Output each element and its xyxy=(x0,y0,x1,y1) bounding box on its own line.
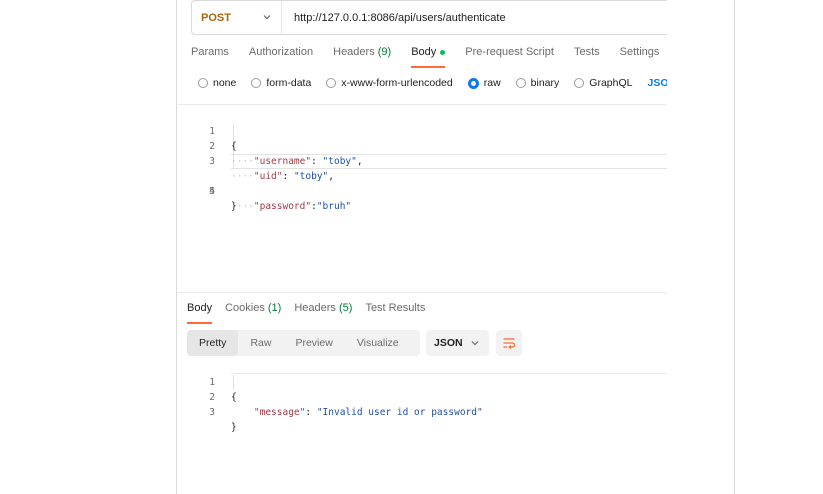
json-value: "bruh" xyxy=(316,201,352,212)
tab-label: Pre-request Script xyxy=(465,46,554,58)
chevron-down-icon xyxy=(471,341,479,346)
view-preview-button[interactable]: Preview xyxy=(283,330,344,356)
radio-label: binary xyxy=(530,77,560,89)
line-number: 3 xyxy=(209,407,215,418)
code-line: 5 } xyxy=(177,169,667,212)
tab-label: Headers xyxy=(333,46,375,58)
view-mode-group: Pretty Raw Preview Visualize xyxy=(187,330,420,356)
radio-binary[interactable]: binary xyxy=(515,77,560,89)
status-dot xyxy=(440,49,446,55)
format-select[interactable]: JSON xyxy=(426,330,489,356)
tab-label: Body xyxy=(187,302,213,314)
wrap-lines-icon xyxy=(503,338,516,349)
divider xyxy=(177,104,667,105)
tab-response-body[interactable]: Body xyxy=(187,302,213,324)
json-key: "message" xyxy=(253,407,306,418)
radio-none[interactable]: none xyxy=(198,77,236,89)
wrap-lines-button[interactable] xyxy=(496,330,522,356)
body-type-radio-group: none form-data x-www-form-urlencoded raw… xyxy=(198,77,667,89)
tab-settings[interactable]: Settings xyxy=(620,46,660,68)
code-text: } xyxy=(231,201,237,212)
response-body-viewer[interactable]: 1 { 2 "message": "Invalid user id or pas… xyxy=(177,360,667,433)
tab-authorization[interactable]: Authorization xyxy=(249,46,313,68)
view-raw-button[interactable]: Raw xyxy=(238,330,283,356)
request-body-editor[interactable]: 1 { 2 ····"username": "toby", 3 ····"uid… xyxy=(177,109,667,212)
pane-divider[interactable] xyxy=(177,292,667,293)
code-line: 1 { xyxy=(177,109,667,152)
tab-body[interactable]: Body xyxy=(411,46,446,68)
code-line: 2 ····"username": "toby", xyxy=(177,124,667,167)
json-value: "Invalid user id or password" xyxy=(316,407,483,418)
code-line: 1 { xyxy=(177,360,667,403)
window-border-right xyxy=(734,0,735,494)
radio-label: none xyxy=(213,77,237,89)
method-label: POST xyxy=(201,11,231,24)
radio-form-data[interactable]: form-data xyxy=(251,77,311,89)
method-select[interactable]: POST xyxy=(192,1,282,34)
tab-label: Cookies xyxy=(225,302,265,314)
tab-response-headers[interactable]: Headers (5) xyxy=(294,302,352,324)
chevron-down-icon xyxy=(263,15,271,20)
radio-circle xyxy=(574,78,585,88)
code-text: ····"password":"bruh" xyxy=(231,199,351,214)
response-tabs: Body Cookies (1) Headers (5) Test Result… xyxy=(187,302,438,324)
tab-label: Params xyxy=(191,46,229,58)
radio-label: x-www-form-urlencoded xyxy=(341,77,453,89)
json-key: "password" xyxy=(253,201,312,212)
code-line: 3 ····"uid": "toby", xyxy=(177,139,667,182)
code-line: 3 } xyxy=(177,390,667,433)
format-label: JSON xyxy=(434,337,463,349)
view-pretty-button[interactable]: Pretty xyxy=(187,330,239,356)
tab-label: Authorization xyxy=(248,46,314,58)
tab-pre-request-script[interactable]: Pre-request Script xyxy=(465,46,554,68)
tab-tests[interactable]: Tests xyxy=(574,46,600,68)
request-panel: POST http://127.0.0.1:8086/api/users/aut… xyxy=(177,0,667,494)
radio-raw[interactable]: raw xyxy=(467,77,501,89)
code-line: 2 "message": "Invalid user id or passwor… xyxy=(177,375,667,418)
url-input[interactable]: http://127.0.0.1:8086/api/users/authenti… xyxy=(282,12,506,24)
radio-circle-selected xyxy=(467,77,479,89)
tab-label: Settings xyxy=(619,46,660,58)
cookies-count: (1) xyxy=(267,302,282,314)
tab-params[interactable]: Params xyxy=(191,46,229,68)
line-number: 5 xyxy=(209,186,215,197)
radio-circle xyxy=(251,78,262,88)
tab-test-results[interactable]: Test Results xyxy=(365,302,425,324)
url-bar: POST http://127.0.0.1:8086/api/users/aut… xyxy=(191,0,667,35)
tab-label: Body xyxy=(411,46,437,58)
radio-x-www-form-urlencoded[interactable]: x-www-form-urlencoded xyxy=(326,77,453,89)
format-link[interactable]: JSON xyxy=(647,77,667,89)
code-line-active: 4 ····"password":"bruh" xyxy=(177,154,667,212)
radio-circle xyxy=(198,78,208,88)
headers-count: (9) xyxy=(377,46,392,58)
tab-headers[interactable]: Headers (9) xyxy=(333,46,391,68)
radio-graphql[interactable]: GraphQL xyxy=(574,77,632,89)
radio-label: raw xyxy=(483,77,501,89)
code-text: } xyxy=(231,422,237,433)
tab-label: Tests xyxy=(573,46,600,58)
code-text: "message": "Invalid user id or password" xyxy=(231,405,483,420)
json-separator: : xyxy=(305,407,317,418)
radio-circle xyxy=(326,78,337,88)
tab-cookies[interactable]: Cookies (1) xyxy=(225,302,281,324)
radio-label: GraphQL xyxy=(589,77,633,89)
view-visualize-button[interactable]: Visualize xyxy=(345,330,411,356)
radio-circle xyxy=(515,78,526,88)
tab-label: Test Results xyxy=(365,302,426,314)
active-line-highlight xyxy=(231,154,667,169)
tab-label: Headers xyxy=(294,302,336,314)
radio-label: form-data xyxy=(266,77,312,89)
request-tabs: Params Authorization Headers (9) Body Pr… xyxy=(191,46,667,70)
response-headers-count: (5) xyxy=(338,302,353,314)
